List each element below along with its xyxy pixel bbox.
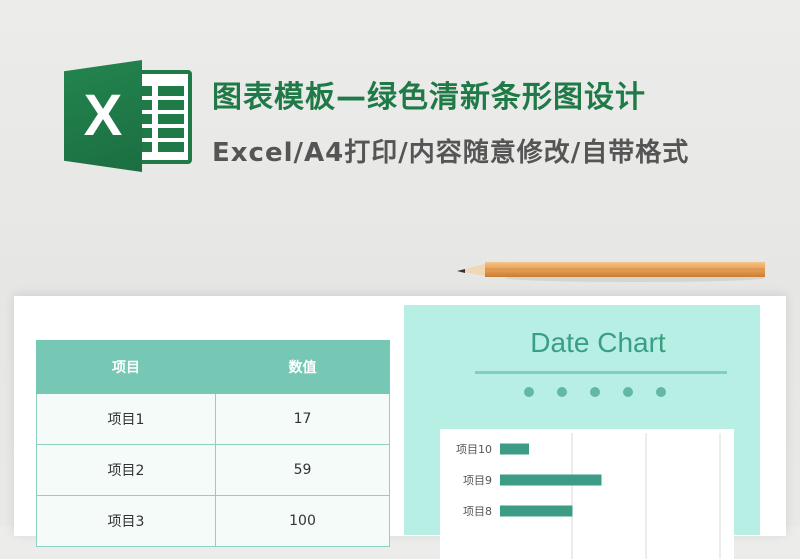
chart-plot-area: 项目10 项目9 项目8 [440, 429, 734, 559]
decorative-dots [524, 387, 674, 399]
bar-chart: 项目10 项目9 项目8 [456, 433, 721, 559]
bar [500, 474, 602, 486]
column-header-item: 项目 [36, 340, 216, 394]
page-title: 图表模板—绿色清新条形图设计 [212, 80, 646, 115]
bar [500, 443, 529, 455]
table-cell-item: 项目1 [36, 393, 216, 445]
excel-logo-icon: X [64, 60, 196, 172]
table-cell-item: 项目3 [36, 495, 216, 547]
table-row: 项目2 59 [36, 444, 390, 496]
table-row: 项目3 100 [36, 495, 390, 547]
category-label: 项目10 [456, 443, 492, 456]
chart-title-divider [475, 371, 727, 374]
table-cell-item: 项目2 [36, 444, 216, 496]
table-header-row: 项目 数值 [36, 340, 390, 394]
table-row: 项目1 17 [36, 393, 390, 445]
chart-panel: Date Chart 项目10 项目9 项目8 [404, 305, 760, 559]
page-subtitle: Excel/A4打印/内容随意修改/自带格式 [212, 138, 690, 168]
table-cell-value: 100 [215, 495, 390, 547]
pencil-icon [457, 262, 765, 282]
chart-title: Date Chart [530, 327, 666, 358]
dot-icon [524, 387, 534, 397]
bar [500, 505, 573, 517]
data-table: 项目 数值 项目1 17 项目2 59 项目3 100 [36, 340, 390, 547]
table-cell-value: 17 [215, 393, 390, 445]
dot-icon [623, 387, 633, 397]
category-label: 项目9 [463, 474, 492, 487]
column-header-value: 数值 [215, 340, 390, 394]
dot-icon [590, 387, 600, 397]
dot-icon [557, 387, 567, 397]
category-label: 项目8 [463, 505, 492, 518]
dot-icon [656, 387, 666, 397]
table-cell-value: 59 [215, 444, 390, 496]
excel-logo-letter: X [83, 83, 123, 148]
